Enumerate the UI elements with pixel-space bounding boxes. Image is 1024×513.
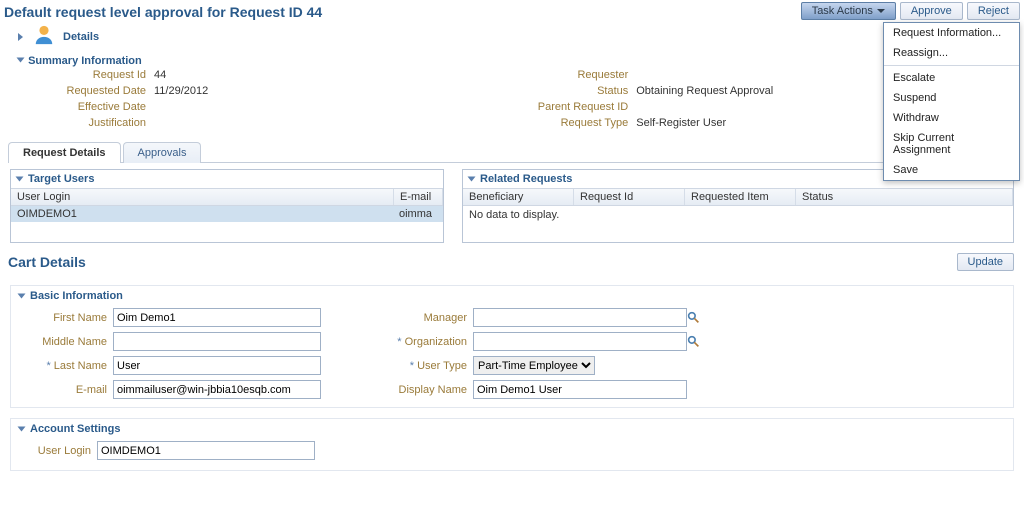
request-id-label: Request Id xyxy=(36,69,154,81)
update-button[interactable]: Update xyxy=(957,253,1014,271)
last-name-label: * Last Name xyxy=(21,360,113,372)
user-type-label: * User Type xyxy=(371,360,473,372)
page-title: Default request level approval for Reque… xyxy=(4,2,801,20)
first-name-field[interactable] xyxy=(113,308,321,327)
manager-label: Manager xyxy=(371,312,473,324)
parent-request-label: Parent Request ID xyxy=(508,101,636,113)
middle-name-field[interactable] xyxy=(113,332,321,351)
menu-separator xyxy=(884,65,1019,66)
col-requested-item[interactable]: Requested Item xyxy=(685,189,796,205)
disclosure-icon[interactable] xyxy=(18,427,26,432)
organization-label: * Organization xyxy=(371,336,473,348)
email-label: E-mail xyxy=(21,384,113,396)
col-email[interactable]: E-mail xyxy=(394,189,443,205)
menu-skip[interactable]: Skip Current Assignment xyxy=(884,128,1019,160)
menu-escalate[interactable]: Escalate xyxy=(884,68,1019,88)
status-value: Obtaining Request Approval xyxy=(636,85,773,97)
col-user-login[interactable]: User Login xyxy=(11,189,394,205)
disclosure-icon[interactable] xyxy=(17,58,25,63)
request-id-value: 44 xyxy=(154,69,166,81)
disclosure-icon[interactable] xyxy=(18,33,23,41)
display-name-field[interactable] xyxy=(473,380,687,399)
requester-label: Requester xyxy=(508,69,636,81)
target-users-title: Target Users xyxy=(28,173,94,185)
last-name-field[interactable] xyxy=(113,356,321,375)
menu-save[interactable]: Save xyxy=(884,160,1019,180)
col-status[interactable]: Status xyxy=(796,189,1013,205)
table-row[interactable]: OIMDEMO1 oimma xyxy=(11,206,443,222)
first-name-label: First Name xyxy=(21,312,113,324)
disclosure-icon[interactable] xyxy=(16,177,24,182)
search-icon[interactable] xyxy=(687,311,700,324)
user-login-label: User Login xyxy=(21,445,97,457)
col-beneficiary[interactable]: Beneficiary xyxy=(463,189,574,205)
email-field[interactable] xyxy=(113,380,321,399)
menu-reassign[interactable]: Reassign... xyxy=(884,43,1019,63)
cart-details-title: Cart Details xyxy=(8,254,957,270)
cell-email: oimma xyxy=(393,206,443,222)
display-name-label: Display Name xyxy=(371,384,473,396)
requested-date-value: 11/29/2012 xyxy=(154,85,208,97)
organization-field[interactable] xyxy=(473,332,687,351)
justification-label: Justification xyxy=(36,117,154,129)
related-requests-title: Related Requests xyxy=(480,173,572,185)
task-actions-button[interactable]: Task Actions xyxy=(801,2,896,20)
requested-date-label: Requested Date xyxy=(36,85,154,97)
tab-request-details[interactable]: Request Details xyxy=(8,142,121,163)
task-actions-menu: Request Information... Reassign... Escal… xyxy=(883,22,1020,181)
no-data-text: No data to display. xyxy=(463,206,1013,224)
menu-suspend[interactable]: Suspend xyxy=(884,88,1019,108)
details-label: Details xyxy=(63,31,99,43)
request-type-label: Request Type xyxy=(508,117,636,129)
status-label: Status xyxy=(508,85,636,97)
summary-title: Summary Information xyxy=(28,55,142,67)
col-request-id[interactable]: Request Id xyxy=(574,189,685,205)
search-icon[interactable] xyxy=(687,335,700,348)
user-login-field[interactable] xyxy=(97,441,315,460)
reject-button[interactable]: Reject xyxy=(967,2,1020,20)
disclosure-icon[interactable] xyxy=(468,177,476,182)
cell-user-login: OIMDEMO1 xyxy=(11,206,393,222)
basic-info-title: Basic Information xyxy=(30,290,123,302)
chevron-down-icon xyxy=(877,9,885,13)
effective-date-label: Effective Date xyxy=(36,101,154,113)
disclosure-icon[interactable] xyxy=(18,294,26,299)
user-avatar-icon xyxy=(33,24,55,49)
task-actions-label: Task Actions xyxy=(812,5,873,17)
approve-button[interactable]: Approve xyxy=(900,2,963,20)
menu-request-info[interactable]: Request Information... xyxy=(884,23,1019,43)
user-type-select[interactable]: Part-Time Employee xyxy=(473,356,595,375)
request-type-value: Self-Register User xyxy=(636,117,726,129)
menu-withdraw[interactable]: Withdraw xyxy=(884,108,1019,128)
account-settings-title: Account Settings xyxy=(30,423,120,435)
middle-name-label: Middle Name xyxy=(21,336,113,348)
manager-field[interactable] xyxy=(473,308,687,327)
tab-approvals[interactable]: Approvals xyxy=(123,142,202,163)
